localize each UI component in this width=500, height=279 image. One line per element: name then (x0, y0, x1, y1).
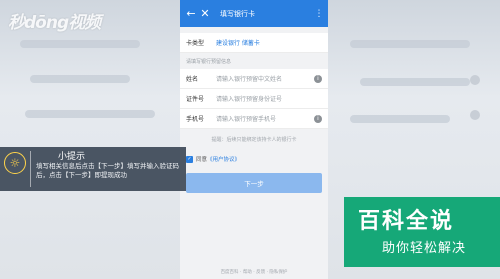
bg-blur-bar (350, 115, 450, 123)
bg-blur-bar (360, 78, 470, 86)
user-agreement-link[interactable]: 《用户协议》 (207, 155, 240, 163)
id-number-input[interactable]: 请输入银行预留身份证号 (216, 94, 322, 103)
bg-blur-bar (30, 75, 130, 83)
back-arrow-icon[interactable]: ← (184, 7, 198, 20)
next-button[interactable]: 下一步 (186, 173, 322, 193)
bg-blur-bar (350, 40, 470, 48)
tip-overlay: ☼ 小提示 填写相关信息后点击【下一步】填写并输入验证码后，点击【下一步】即提现… (0, 147, 186, 191)
agreement-checkbox[interactable]: ✓ (186, 155, 193, 163)
brand-sub-text: 助你轻松解决 (382, 241, 467, 256)
phone-field-row[interactable]: 手机号 请输入银行预留手机号 i (180, 109, 328, 129)
info-icon[interactable]: i (314, 114, 322, 123)
app-bar: ← ✕ 填写银行卡 ⋮ (180, 0, 328, 27)
bg-blur-bar (20, 40, 140, 48)
brand-main-text: 百科全说 (358, 209, 455, 234)
phone-input[interactable]: 请输入银行预留手机号 (216, 114, 314, 123)
lightbulb-icon: ☼ (4, 152, 26, 174)
name-input[interactable]: 请输入银行预留中文姓名 (216, 74, 314, 83)
brand-logo: 百科全说 助你轻松解决 (344, 197, 500, 267)
bg-blur-dot (470, 75, 480, 85)
bg-blur-bar (25, 110, 155, 118)
video-watermark: 秒dōng视频 (8, 13, 101, 33)
card-type-label: 卡类型 (186, 40, 205, 47)
page-title: 填写银行卡 (220, 9, 255, 18)
phone-label: 手机号 (186, 116, 205, 123)
card-type-value: 建设银行 储蓄卡 (216, 40, 260, 47)
tip-divider (30, 151, 31, 187)
id-number-field-row[interactable]: 证件号 请输入银行预留身份证号 (180, 89, 328, 109)
section-hint: 请填写银行预留信息 (186, 59, 232, 65)
page-footer: 百度百科 · 帮助 · 反馈 · 隐私保护 (220, 270, 288, 275)
name-label: 姓名 (186, 76, 199, 83)
info-icon[interactable]: i (314, 74, 322, 83)
cardholder-note: 提醒：后续只能绑定该持卡人的银行卡 (211, 137, 297, 143)
agreement-row: ✓ 同意 《用户协议》 (180, 153, 328, 165)
bg-blur-dot (470, 110, 480, 120)
tip-text: 填写相关信息后点击【下一步】填写并输入验证码后，点击【下一步】即提现成功 (36, 162, 179, 179)
id-number-label: 证件号 (186, 96, 205, 103)
tip-title: 小提示 (58, 152, 86, 162)
card-type-row: 卡类型 建设银行 储蓄卡 (180, 33, 328, 53)
more-menu-icon[interactable]: ⋮ (314, 9, 324, 19)
phone-screen: ← ✕ 填写银行卡 ⋮ 卡类型 建设银行 储蓄卡 请填写银行预留信息 姓名 请输… (180, 0, 328, 279)
name-field-row[interactable]: 姓名 请输入银行预留中文姓名 i (180, 69, 328, 89)
close-icon[interactable]: ✕ (198, 7, 212, 20)
agreement-prefix: 同意 (196, 157, 208, 163)
